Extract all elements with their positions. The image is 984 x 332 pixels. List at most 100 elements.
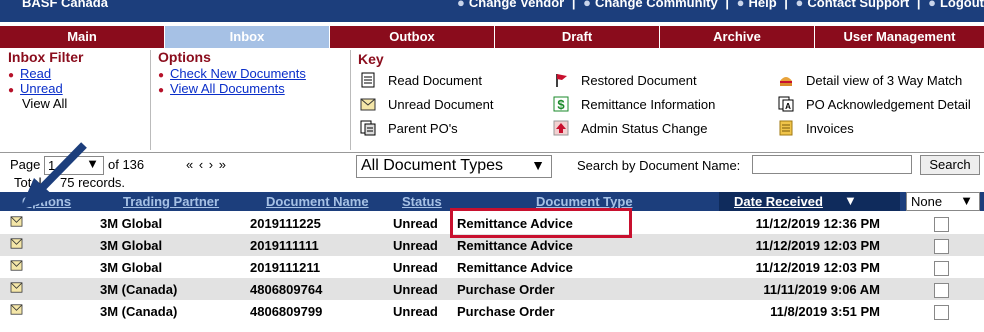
- chevron-down-icon: ▼: [960, 193, 973, 208]
- filter-unread-link[interactable]: Unread: [20, 81, 63, 96]
- row-checkbox[interactable]: [934, 283, 949, 298]
- key-admin-status-change: Admin Status Change: [553, 120, 707, 136]
- col-document-name[interactable]: Document Name: [266, 194, 369, 209]
- inbox-filter-panel: Inbox Filter ● Read ● Unread View All: [8, 50, 148, 150]
- check-new-documents-link[interactable]: Check New Documents: [170, 66, 306, 81]
- tab-user-management[interactable]: User Management: [815, 26, 984, 48]
- bullet-icon: ●: [158, 85, 165, 96]
- search-button[interactable]: Search: [920, 155, 980, 175]
- parent-po-icon: [360, 120, 376, 136]
- key-po-acknowledgement: A PO Acknowledgement Detail: [778, 96, 971, 112]
- key-3-way-match: Detail view of 3 Way Match: [778, 72, 962, 88]
- main-tabs: Main Inbox Outbox Draft Archive User Man…: [0, 26, 984, 48]
- unread-envelope-icon: [360, 98, 376, 111]
- status-cell: Unread: [393, 216, 438, 231]
- three-way-match-icon: [780, 77, 792, 86]
- read-document-icon: [361, 72, 375, 88]
- key-title: Key: [358, 51, 384, 67]
- divider: [350, 50, 351, 150]
- table-row[interactable]: 3M (Canada) 4806809764 Unread Purchase Orde…: [0, 278, 984, 300]
- status-cell: Unread: [393, 282, 438, 297]
- document-type-cell: Remittance Advice: [457, 238, 573, 253]
- dollar-icon: $: [553, 96, 569, 112]
- unread-envelope-icon[interactable]: [10, 260, 23, 271]
- tab-outbox[interactable]: Outbox: [330, 26, 495, 48]
- unread-envelope-icon[interactable]: [10, 282, 23, 293]
- tab-draft[interactable]: Draft: [495, 26, 660, 48]
- pagination-arrows[interactable]: « ‹ › »: [186, 157, 227, 172]
- key-read-document: Read Document: [360, 72, 482, 88]
- col-trading-partner[interactable]: Trading Partner: [123, 194, 219, 209]
- annotation-arrow-icon: [20, 142, 87, 210]
- tab-inbox[interactable]: Inbox: [165, 26, 330, 48]
- inbox-filter-title: Inbox Filter: [8, 49, 84, 65]
- date-received-cell: 11/12/2019 12:03 PM: [755, 238, 880, 253]
- document-name-cell[interactable]: 2019111225: [250, 216, 321, 231]
- help-link[interactable]: Help: [748, 0, 776, 10]
- row-checkbox[interactable]: [934, 239, 949, 254]
- document-name-cell[interactable]: 2019111111: [250, 238, 319, 253]
- options-panel: Options ● Check New Documents ● View All D…: [158, 50, 348, 150]
- bullet-icon: ●: [8, 70, 15, 81]
- table-row[interactable]: 3M Global 2019111211 Unread Remittance Advi…: [0, 256, 984, 278]
- search-label: Search by Document Name:: [577, 158, 741, 173]
- search-input[interactable]: [752, 155, 912, 174]
- col-date-received[interactable]: Date Received: [734, 194, 823, 209]
- date-received-cell: 11/8/2019 3:51 PM: [770, 304, 880, 319]
- key-parent-po: Parent PO's: [360, 120, 458, 136]
- svg-text:$: $: [557, 97, 565, 112]
- row-checkbox[interactable]: [934, 261, 949, 276]
- bullet-icon: ●: [158, 70, 165, 81]
- trading-partner-cell: 3M (Canada): [100, 304, 178, 319]
- key-remittance-information: $ Remittance Information: [553, 96, 715, 112]
- top-bar: BASF Canada ● Change Vendor | ● Change Com…: [0, 0, 984, 22]
- contact-support-link[interactable]: Contact Support: [807, 0, 909, 10]
- date-received-cell: 11/12/2019 12:36 PM: [755, 216, 880, 231]
- document-type-cell: Remittance Advice: [457, 260, 573, 275]
- document-name-cell[interactable]: 2019111211: [250, 260, 320, 275]
- pager-bar: Page 1 ▼ of 136 « ‹ › » Total 75 records…: [0, 152, 984, 191]
- selection-select[interactable]: None ▼: [906, 192, 980, 211]
- document-type-cell: Purchase Order: [457, 304, 555, 319]
- sort-down-icon: ▼: [844, 193, 857, 208]
- col-document-type[interactable]: Document Type: [536, 194, 633, 209]
- document-name-cell[interactable]: 4806809764: [250, 282, 322, 297]
- table-row[interactable]: 3M (Canada) 4806809799 Unread Purchase Orde…: [0, 300, 984, 322]
- brand-name: BASF Canada: [22, 0, 108, 10]
- chevron-down-icon: ▼: [531, 157, 545, 173]
- restored-flag-icon: [556, 74, 567, 87]
- tab-main[interactable]: Main: [0, 26, 165, 48]
- divider: [150, 50, 151, 150]
- date-received-header-cell[interactable]: Date Received ▼: [719, 192, 900, 211]
- tab-archive[interactable]: Archive: [660, 26, 815, 48]
- trading-partner-cell: 3M (Canada): [100, 282, 178, 297]
- trading-partner-cell: 3M Global: [100, 238, 163, 253]
- po-acknowledgement-icon: A: [778, 96, 794, 112]
- change-community-link[interactable]: Change Community: [595, 0, 718, 10]
- invoice-icon: [779, 120, 793, 136]
- bullet-icon: ●: [8, 85, 15, 96]
- options-title: Options: [158, 49, 211, 65]
- top-links: ● Change Vendor | ● Change Community | ● He…: [453, 0, 984, 10]
- unread-envelope-icon[interactable]: [10, 304, 23, 315]
- trading-partner-cell: 3M Global: [100, 260, 163, 275]
- logout-link[interactable]: Logout: [940, 0, 984, 10]
- date-received-cell: 11/12/2019 12:03 PM: [755, 260, 880, 275]
- unread-envelope-icon[interactable]: [10, 238, 23, 249]
- filter-read-link[interactable]: Read: [20, 66, 51, 81]
- key-unread-document: Unread Document: [360, 96, 494, 112]
- view-all-documents-link[interactable]: View All Documents: [170, 81, 285, 96]
- change-vendor-link[interactable]: Change Vendor: [469, 0, 564, 10]
- key-invoices: Invoices: [778, 120, 854, 136]
- document-name-cell[interactable]: 4806809799: [250, 304, 322, 319]
- admin-status-icon: [553, 120, 569, 136]
- row-checkbox[interactable]: [934, 217, 949, 232]
- highlight-box: [450, 208, 632, 238]
- document-type-select[interactable]: All Document Types ▼: [356, 155, 552, 178]
- status-cell: Unread: [393, 304, 438, 319]
- key-restored-document: Restored Document: [553, 72, 697, 88]
- col-status[interactable]: Status: [402, 194, 442, 209]
- date-received-cell: 11/11/2019 9:06 AM: [763, 282, 880, 297]
- status-cell: Unread: [393, 260, 438, 275]
- row-checkbox[interactable]: [934, 305, 949, 320]
